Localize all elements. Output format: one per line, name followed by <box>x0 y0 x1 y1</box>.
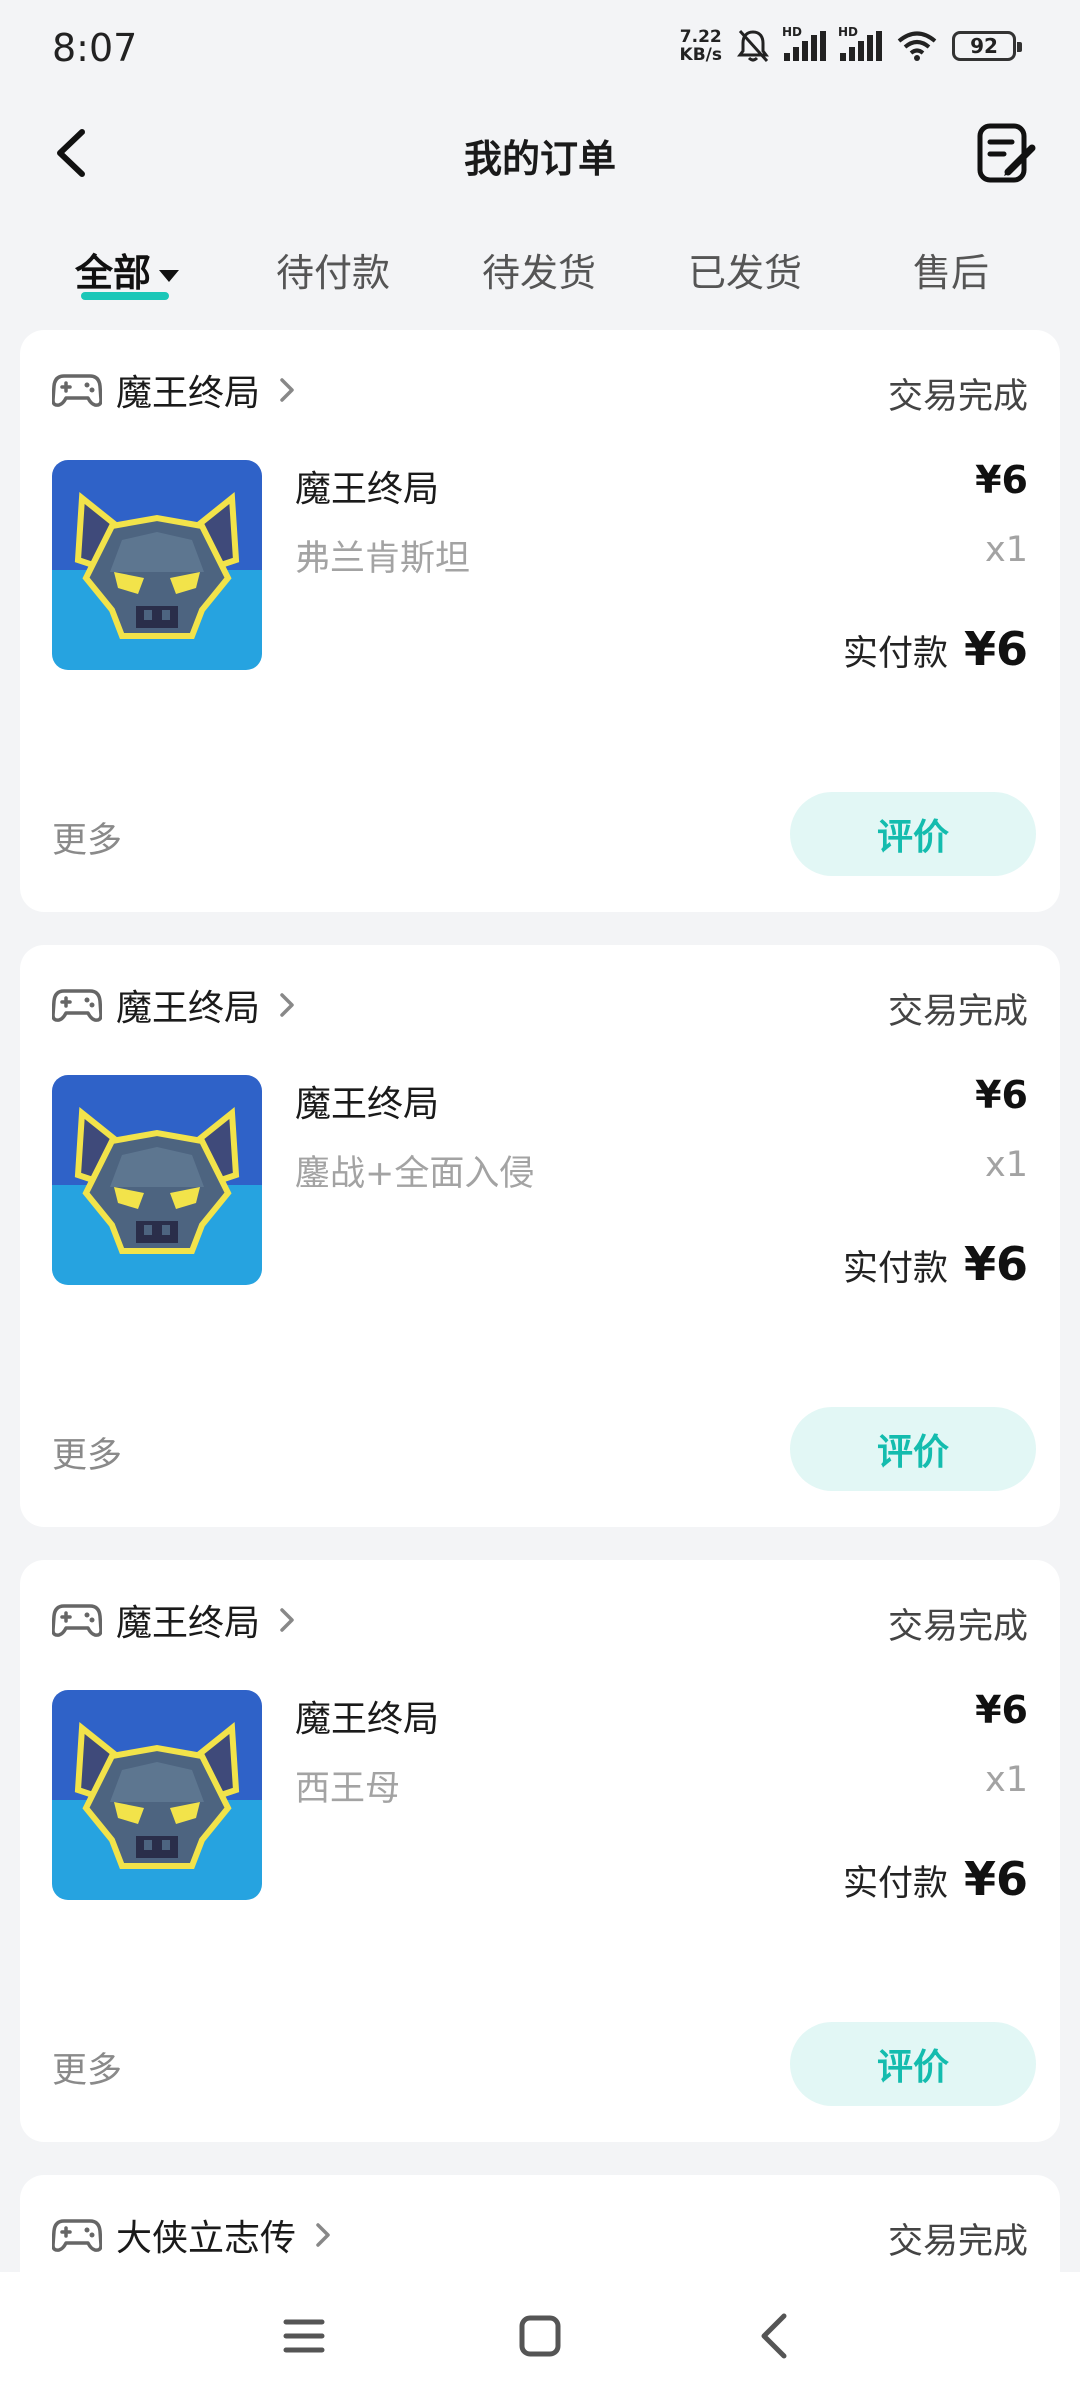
order-store-link[interactable]: 魔王终局 <box>52 360 298 420</box>
more-button[interactable]: 更多 <box>52 1427 122 1478</box>
battery-level: 92 <box>970 34 998 58</box>
caret-down-icon <box>159 269 180 282</box>
product-thumbnail[interactable] <box>52 1690 262 1900</box>
chevron-right-icon <box>280 378 294 402</box>
tab-all[interactable]: 全部 <box>74 242 180 300</box>
net-speed-unit: KB/s <box>679 45 722 65</box>
paid-label: 实付款 <box>842 1249 948 1289</box>
product-quantity: x1 <box>985 530 1028 570</box>
order-store-link[interactable]: 大侠立志传 <box>52 2205 334 2265</box>
store-name: 魔王终局 <box>116 988 261 1029</box>
order-status: 交易完成 <box>887 992 1028 1032</box>
product-price: ¥6 <box>975 458 1028 502</box>
tab-pending-payment[interactable]: 待付款 <box>276 242 390 297</box>
store-name: 魔王终局 <box>116 373 261 414</box>
order-card[interactable]: 魔王终局 交易完成 <box>20 1560 1060 2142</box>
page-title: 我的订单 <box>463 137 616 181</box>
review-button[interactable]: 评价 <box>790 1407 1036 1491</box>
sig2-hd-label: HD <box>838 25 859 39</box>
order-card[interactable]: 魔王终局 交易完成 <box>20 330 1060 912</box>
status-icons: 7.22 KB/s HD HD 92 <box>680 25 1022 64</box>
tab-after-sales[interactable]: 售后 <box>913 242 989 297</box>
edit-note-icon[interactable] <box>974 120 1040 186</box>
order-store-link[interactable]: 魔王终局 <box>52 975 298 1035</box>
review-button[interactable]: 评价 <box>790 2022 1036 2106</box>
chevron-right-icon <box>280 1608 294 1632</box>
app-header: 我的订单 <box>0 100 1080 210</box>
signal-icon: HD <box>782 25 826 61</box>
chevron-right-icon <box>280 993 294 1017</box>
tab-active-indicator <box>80 292 169 300</box>
tab-pending-shipment[interactable]: 待发货 <box>482 242 596 297</box>
order-store-link[interactable]: 魔王终局 <box>52 1590 298 1650</box>
product-thumbnail[interactable] <box>52 460 262 670</box>
paid-amount-row: 实付款 ¥6 <box>843 622 1028 676</box>
sig1-hd-label: HD <box>782 25 803 39</box>
chevron-right-icon <box>316 2223 330 2247</box>
signal-icon-2: HD <box>838 25 882 61</box>
gamepad-icon <box>52 374 102 407</box>
paid-label: 实付款 <box>842 634 948 674</box>
status-time: 8:07 <box>52 26 138 70</box>
product-variant: 西王母 <box>295 1769 401 1809</box>
paid-amount-row: 实付款 ¥6 <box>843 1852 1028 1906</box>
product-quantity: x1 <box>985 1145 1028 1185</box>
gamepad-icon <box>52 989 102 1022</box>
net-speed: 7.22 KB/s <box>680 28 722 64</box>
gamepad-icon <box>52 2219 102 2252</box>
store-name: 大侠立志传 <box>116 2218 297 2259</box>
tab-shipped[interactable]: 已发货 <box>688 242 802 297</box>
menu-icon[interactable] <box>276 2308 332 2364</box>
product-price: ¥6 <box>975 1688 1028 1732</box>
product-name: 魔王终局 <box>295 469 440 510</box>
product-variant: 弗兰肯斯坦 <box>295 539 471 579</box>
more-button[interactable]: 更多 <box>52 812 122 863</box>
product-thumbnail[interactable] <box>52 1075 262 1285</box>
order-tabs: 全部 待付款 待发货 已发货 售后 <box>0 230 1080 310</box>
gamepad-icon <box>52 1604 102 1637</box>
paid-amount: ¥6 <box>963 1852 1028 1906</box>
order-status: 交易完成 <box>887 2222 1028 2262</box>
product-price: ¥6 <box>975 1073 1028 1117</box>
product-quantity: x1 <box>985 1760 1028 1800</box>
review-button[interactable]: 评价 <box>790 792 1036 876</box>
product-variant: 鏖战+全面入侵 <box>295 1154 535 1194</box>
more-button[interactable]: 更多 <box>52 2042 122 2093</box>
product-name: 魔王终局 <box>295 1699 440 1740</box>
paid-amount: ¥6 <box>963 1237 1028 1291</box>
product-name: 魔王终局 <box>295 1084 440 1125</box>
paid-label: 实付款 <box>842 1864 948 1904</box>
order-card[interactable]: 魔王终局 交易完成 <box>20 945 1060 1527</box>
paid-amount: ¥6 <box>963 622 1028 676</box>
store-name: 魔王终局 <box>116 1603 261 1644</box>
tab-all-label: 全部 <box>74 251 152 295</box>
home-icon[interactable] <box>512 2308 568 2364</box>
wifi-icon <box>897 31 937 61</box>
net-speed-value: 7.22 <box>679 27 722 47</box>
back-icon[interactable] <box>748 2308 804 2364</box>
order-status: 交易完成 <box>887 1607 1028 1647</box>
battery-icon: 92 <box>952 31 1022 61</box>
order-status: 交易完成 <box>887 377 1028 417</box>
status-bar: 8:07 7.22 KB/s HD HD 92 <box>0 0 1080 100</box>
system-nav-bar <box>0 2272 1080 2400</box>
paid-amount-row: 实付款 ¥6 <box>843 1237 1028 1291</box>
bell-muted-icon <box>737 29 769 63</box>
